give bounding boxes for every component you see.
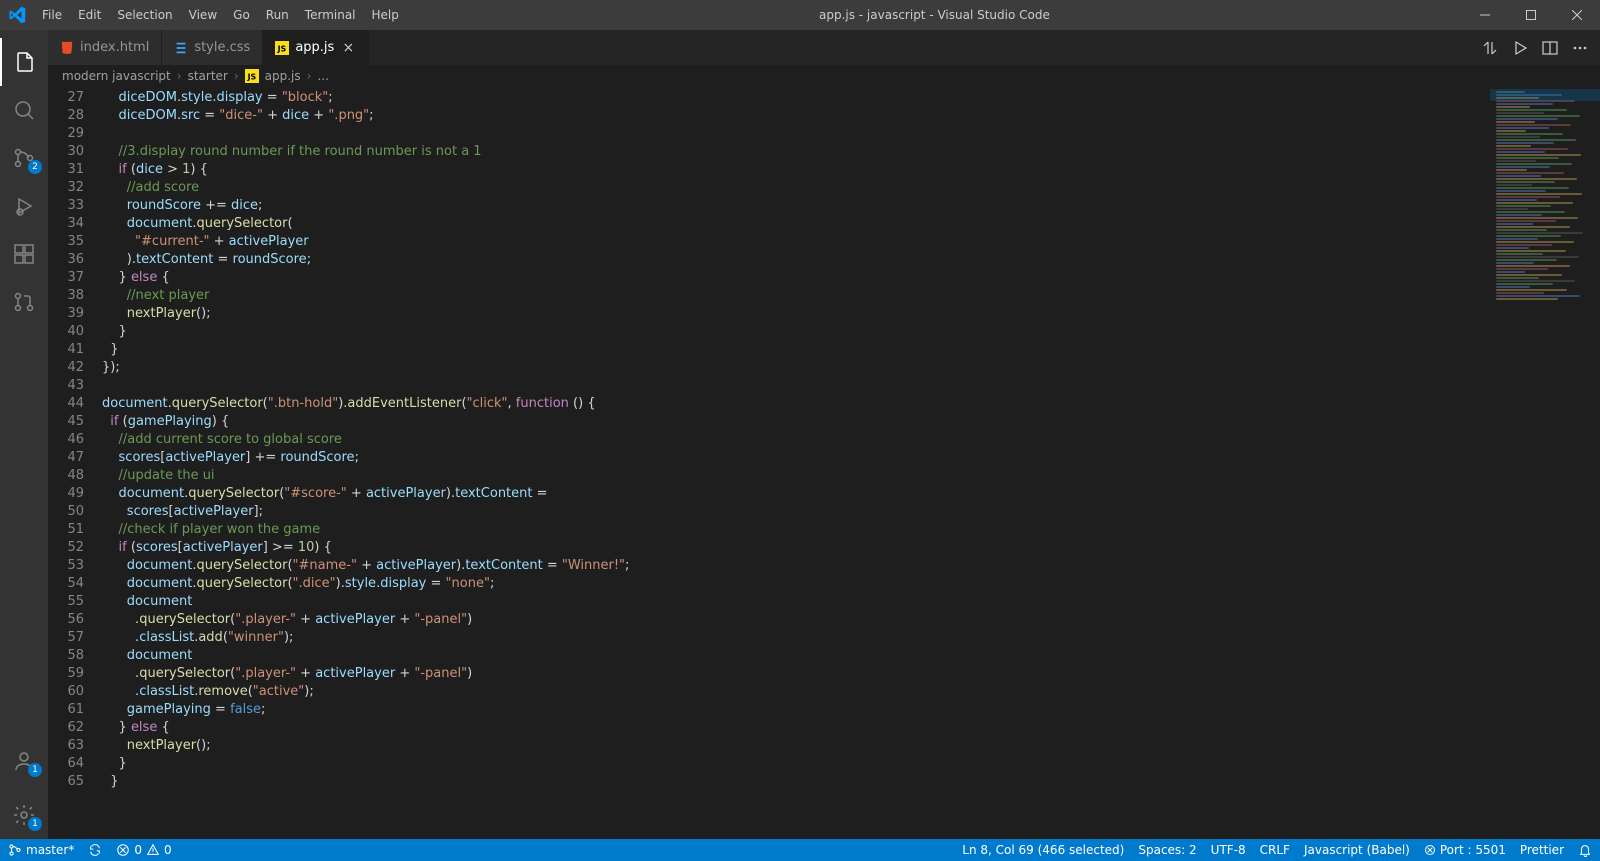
close-icon[interactable]: × xyxy=(340,40,356,56)
settings-gear-icon[interactable]: 1 xyxy=(0,791,48,839)
breadcrumb-segment[interactable]: app.js xyxy=(265,69,301,83)
svg-text:JS: JS xyxy=(277,44,287,53)
breadcrumb-segment[interactable]: starter xyxy=(188,69,228,83)
vscode-logo-icon xyxy=(0,6,34,24)
menu-terminal[interactable]: Terminal xyxy=(297,8,364,22)
status-spaces[interactable]: Spaces: 2 xyxy=(1138,843,1196,857)
window-maximize-button[interactable] xyxy=(1508,0,1554,30)
search-icon[interactable] xyxy=(0,86,48,134)
filetype-icon xyxy=(174,41,188,55)
code-content[interactable]: diceDOM.style.display = "block"; diceDOM… xyxy=(102,87,1600,839)
tab-label: index.html xyxy=(80,40,149,55)
menu-help[interactable]: Help xyxy=(364,8,407,22)
activity-bar: 2 1 1 xyxy=(0,30,48,839)
editor-area[interactable]: 2728293031323334353637383940414243444546… xyxy=(48,87,1600,839)
status-branch[interactable]: master* xyxy=(8,843,74,857)
status-problems[interactable]: 0 0 xyxy=(116,843,171,857)
accounts-icon[interactable]: 1 xyxy=(0,737,48,785)
window-minimize-button[interactable] xyxy=(1462,0,1508,30)
status-encoding[interactable]: UTF-8 xyxy=(1211,843,1246,857)
chevron-right-icon: › xyxy=(177,69,182,83)
title-bar: FileEditSelectionViewGoRunTerminalHelp a… xyxy=(0,0,1600,30)
minimap[interactable] xyxy=(1490,87,1600,839)
breadcrumb-segment[interactable]: ... xyxy=(317,69,328,83)
tab-index-html[interactable]: index.html xyxy=(48,30,162,65)
split-editor-icon[interactable] xyxy=(1542,40,1558,56)
menu-run[interactable]: Run xyxy=(258,8,297,22)
explorer-icon[interactable] xyxy=(0,38,48,86)
status-formatter[interactable]: Prettier xyxy=(1520,843,1564,857)
status-bar: master* 0 0 Ln 8, Col 69 (466 selected) … xyxy=(0,839,1600,861)
svg-text:JS: JS xyxy=(246,73,256,82)
menu-go[interactable]: Go xyxy=(225,8,258,22)
menu-edit[interactable]: Edit xyxy=(70,8,109,22)
run-file-icon[interactable] xyxy=(1512,40,1528,56)
status-sync-icon[interactable] xyxy=(88,843,102,857)
breadcrumb[interactable]: modern javascript › starter › JS app.js ›... xyxy=(48,65,1600,87)
git-pr-icon[interactable] xyxy=(0,278,48,326)
chevron-right-icon: › xyxy=(234,69,239,83)
tab-label: style.css xyxy=(194,40,250,55)
accounts-badge: 1 xyxy=(28,763,42,777)
status-eol[interactable]: CRLF xyxy=(1260,843,1290,857)
menu-selection[interactable]: Selection xyxy=(109,8,180,22)
source-control-icon[interactable]: 2 xyxy=(0,134,48,182)
tab-app-js[interactable]: JS app.js × xyxy=(263,30,369,65)
editor-tabs: index.html style.css JS app.js × xyxy=(48,30,1600,65)
scm-badge: 2 xyxy=(28,160,42,174)
filetype-icon: JS xyxy=(275,41,289,55)
settings-badge: 1 xyxy=(28,817,42,831)
menu-bar: FileEditSelectionViewGoRunTerminalHelp xyxy=(34,8,407,22)
menu-file[interactable]: File xyxy=(34,8,70,22)
line-number-gutter: 2728293031323334353637383940414243444546… xyxy=(48,87,102,839)
run-debug-icon[interactable] xyxy=(0,182,48,230)
more-actions-icon[interactable] xyxy=(1572,40,1588,56)
menu-view[interactable]: View xyxy=(181,8,225,22)
tab-style-css[interactable]: style.css xyxy=(162,30,263,65)
breadcrumb-segment[interactable]: modern javascript xyxy=(62,69,171,83)
status-notifications-icon[interactable] xyxy=(1578,843,1592,857)
status-language[interactable]: Javascript (Babel) xyxy=(1304,843,1410,857)
filetype-icon xyxy=(60,41,74,55)
tab-label: app.js xyxy=(295,40,334,55)
js-file-icon: JS xyxy=(245,69,259,83)
compare-changes-icon[interactable] xyxy=(1482,40,1498,56)
window-close-button[interactable] xyxy=(1554,0,1600,30)
status-port[interactable]: Port : 5501 xyxy=(1424,843,1506,857)
chevron-right-icon: › xyxy=(307,69,312,83)
window-title: app.js - javascript - Visual Studio Code xyxy=(407,8,1462,22)
extensions-icon[interactable] xyxy=(0,230,48,278)
status-cursor[interactable]: Ln 8, Col 69 (466 selected) xyxy=(962,843,1124,857)
